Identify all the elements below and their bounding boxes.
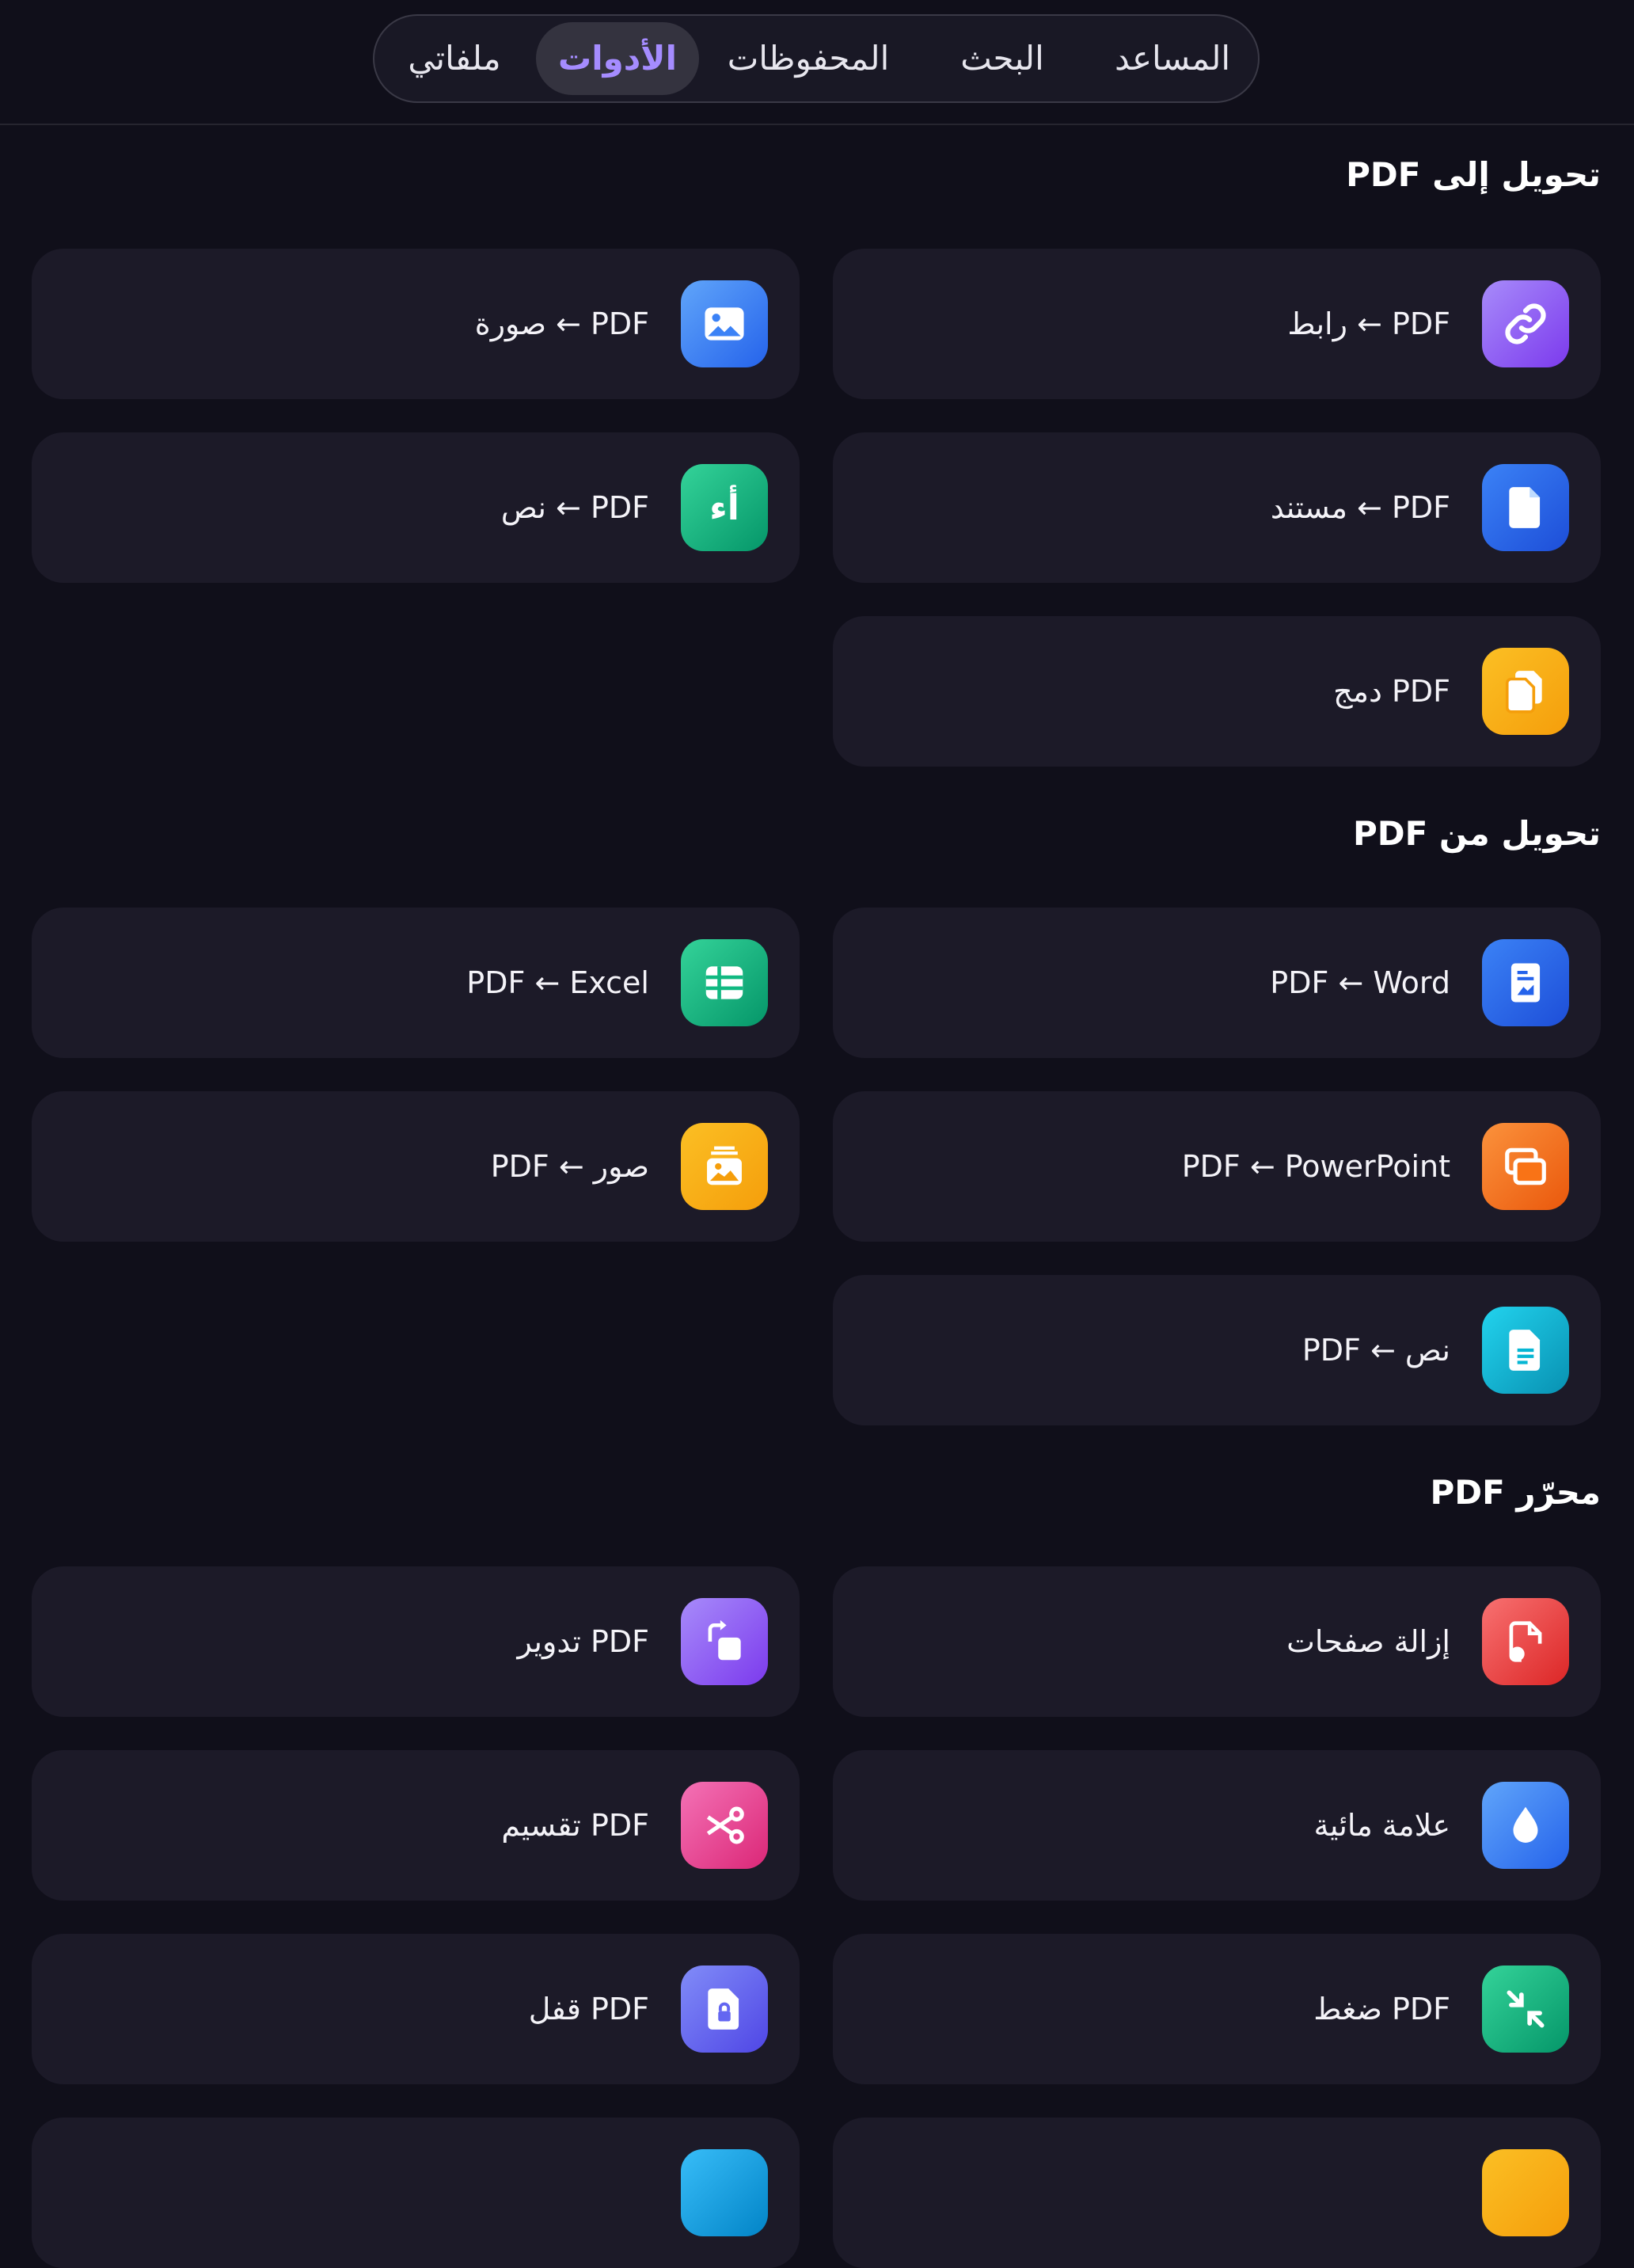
top-tab-bar: المساعد البحث المحفوظات الأدوات ملفاتي	[373, 14, 1260, 103]
lock-file-icon	[681, 1965, 768, 2053]
section-title-convert-from-pdf: تحويل من PDF	[1352, 814, 1601, 853]
tool-document-to-pdf[interactable]: مستند ← PDF	[833, 432, 1601, 583]
tool-text-to-pdf[interactable]: أء نص ← PDF	[32, 432, 800, 583]
tool-rotate-pdf[interactable]: تدوير PDF	[32, 1566, 800, 1717]
tool-label: إزالة صفحات	[1286, 1624, 1450, 1659]
tool-pdf-to-word[interactable]: PDF ← Word	[833, 908, 1601, 1058]
tool-pdf-to-images[interactable]: PDF ← صور	[32, 1091, 800, 1242]
tool-label: PDF ← صور	[490, 1149, 649, 1184]
tab-tools[interactable]: الأدوات	[536, 22, 699, 95]
tool-partial[interactable]	[833, 2118, 1601, 2268]
tool-label: PDF ← PowerPoint	[1181, 1149, 1450, 1184]
spreadsheet-icon	[681, 939, 768, 1026]
tool-label: دمج PDF	[1333, 674, 1450, 709]
text-file-icon	[1482, 1307, 1569, 1394]
word-document-icon	[1482, 939, 1569, 1026]
tool-label: رابط ← PDF	[1287, 306, 1450, 341]
tool-compress-pdf[interactable]: ضغط PDF	[833, 1934, 1601, 2084]
image-icon	[681, 280, 768, 367]
tab-assistant[interactable]: المساعد	[1109, 22, 1236, 95]
partial-icon	[1482, 2149, 1569, 2236]
scissors-icon	[681, 1782, 768, 1869]
tab-search[interactable]: البحث	[943, 22, 1062, 95]
text-icon: أء	[681, 464, 768, 551]
document-icon	[1482, 464, 1569, 551]
tool-pdf-to-excel[interactable]: PDF ← Excel	[32, 908, 800, 1058]
compress-icon	[1482, 1965, 1569, 2053]
section-title-pdf-editor: محرّر PDF	[1430, 1473, 1601, 1512]
tool-pdf-to-powerpoint[interactable]: PDF ← PowerPoint	[833, 1091, 1601, 1242]
tool-link-to-pdf[interactable]: رابط ← PDF	[833, 249, 1601, 399]
tool-merge-pdf[interactable]: دمج PDF	[833, 616, 1601, 767]
tool-label: تدوير PDF	[517, 1624, 649, 1659]
header-divider	[0, 124, 1634, 125]
section-title-convert-to-pdf: تحويل إلى PDF	[1346, 155, 1601, 194]
tool-label: علامة مائية	[1313, 1808, 1450, 1843]
water-drop-icon	[1482, 1782, 1569, 1869]
tool-pdf-to-text[interactable]: PDF ← نص	[833, 1275, 1601, 1425]
merge-documents-icon	[1482, 648, 1569, 735]
tool-label: PDF ← Excel	[466, 965, 649, 1000]
slides-icon	[1482, 1123, 1569, 1210]
tool-image-to-pdf[interactable]: صورة ← PDF	[32, 249, 800, 399]
tool-partial[interactable]	[32, 2118, 800, 2268]
tool-label: مستند ← PDF	[1270, 490, 1450, 525]
partial-icon	[681, 2149, 768, 2236]
rotate-icon	[681, 1598, 768, 1685]
tool-watermark[interactable]: علامة مائية	[833, 1750, 1601, 1901]
tool-label: PDF ← نص	[1302, 1333, 1450, 1368]
tool-label: ضغط PDF	[1313, 1992, 1450, 2026]
tool-lock-pdf[interactable]: قفل PDF	[32, 1934, 800, 2084]
tool-remove-pages[interactable]: إزالة صفحات	[833, 1566, 1601, 1717]
tab-my-files[interactable]: ملفاتي	[387, 22, 522, 95]
tool-label: نص ← PDF	[500, 490, 649, 525]
text-glyph: أء	[709, 487, 739, 528]
tool-label: PDF ← Word	[1270, 965, 1450, 1000]
tab-history[interactable]: المحفوظات	[721, 22, 895, 95]
tool-label: صورة ← PDF	[474, 306, 649, 341]
images-stack-icon	[681, 1123, 768, 1210]
tool-label: تقسيم PDF	[501, 1808, 649, 1843]
remove-pages-icon	[1482, 1598, 1569, 1685]
link-icon	[1482, 280, 1569, 367]
tool-label: قفل PDF	[528, 1992, 649, 2026]
tool-split-pdf[interactable]: تقسيم PDF	[32, 1750, 800, 1901]
